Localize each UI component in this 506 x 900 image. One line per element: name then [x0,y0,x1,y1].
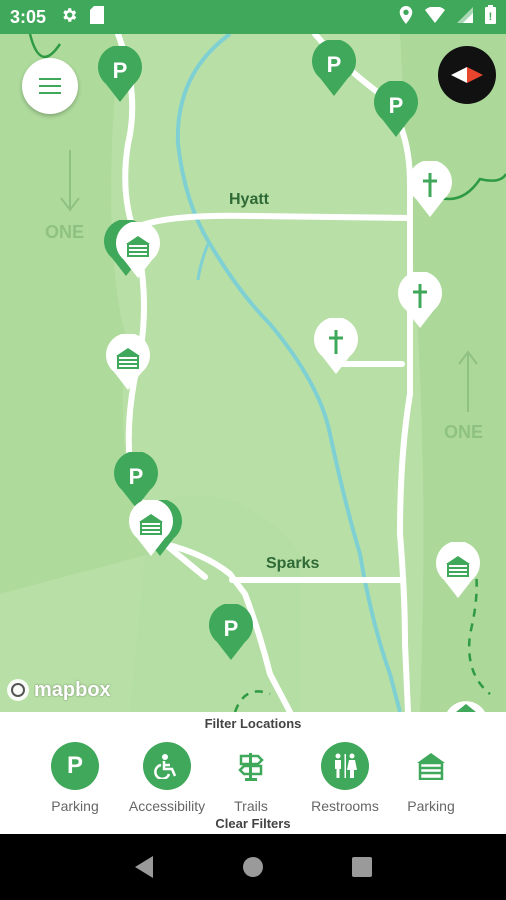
parking-marker[interactable]: P [207,603,255,665]
compass-icon [451,67,483,83]
status-bar: 3:05 ! [0,0,506,34]
cabin-marker[interactable] [127,499,175,561]
filter-label: Parking [407,798,455,814]
wifi-icon [425,5,445,28]
cabin-marker[interactable] [114,221,162,283]
cabin-marker[interactable] [442,694,490,712]
filter-label: Parking [51,798,99,814]
one-way-label-left: ONE [45,222,85,242]
filter-panel: Filter Locations P Parking Accessibility [0,712,506,834]
filter-label: Trails [234,798,268,814]
one-way-arrow-up-icon [458,350,478,417]
restroom-icon [321,742,369,790]
cabin-icon [407,742,455,790]
menu-button[interactable] [22,58,78,114]
filter-restrooms-button[interactable]: Restrooms [297,742,393,814]
filter-label: Restrooms [311,798,379,814]
restroom-marker[interactable] [312,317,360,379]
back-button[interactable] [124,847,164,887]
parking-icon: P [51,742,99,790]
filter-cabin-parking-button[interactable]: Parking [383,742,479,814]
road-label-sparks: Sparks [266,555,320,572]
recents-icon [351,857,372,877]
gear-icon [60,6,78,29]
mapbox-wordmark: mapbox [34,678,111,701]
cabin-marker[interactable] [434,541,482,603]
compass-button[interactable] [438,46,496,104]
parking-marker[interactable]: P [372,80,420,142]
svg-text:P: P [327,52,342,77]
signal-icon [457,6,473,28]
parking-marker[interactable]: P [310,39,358,101]
map-view[interactable]: Hyatt Sparks ONE ONE P P P P P mapbox [0,34,506,712]
location-icon [399,5,413,29]
mapbox-logo-icon [7,679,29,701]
home-button[interactable] [233,847,273,887]
restroom-marker[interactable] [406,160,454,222]
hamburger-menu-icon [39,78,61,94]
clear-filters-button[interactable]: Clear Filters [0,816,506,831]
battery-icon: ! [485,5,496,29]
filter-trails-button[interactable]: Trails [203,742,299,814]
system-nav-bar [0,834,506,900]
svg-text:P: P [224,616,239,641]
trail-sign-icon [227,742,275,790]
back-icon [135,856,154,878]
parking-marker[interactable]: P [96,45,144,107]
one-way-label-right: ONE [444,422,484,442]
status-time: 3:05 [10,6,47,27]
cabin-marker[interactable] [104,333,152,395]
filter-label: Accessibility [128,798,206,814]
filter-title: Filter Locations [204,716,302,731]
one-way-arrow-down-icon [60,150,80,217]
sd-card-icon [90,5,105,29]
svg-text:P: P [129,464,144,489]
home-icon [242,857,263,877]
svg-text:!: ! [489,11,493,23]
filter-accessibility-button[interactable]: Accessibility [119,742,215,814]
svg-text:P: P [113,58,128,83]
mapbox-attribution[interactable]: mapbox [6,678,111,702]
road-label-hyatt: Hyatt [229,191,270,208]
accessibility-icon [143,742,191,790]
recents-button[interactable] [342,847,382,887]
svg-text:P: P [389,93,404,118]
restroom-marker[interactable] [396,271,444,333]
filter-parking-button[interactable]: P Parking [27,742,123,814]
